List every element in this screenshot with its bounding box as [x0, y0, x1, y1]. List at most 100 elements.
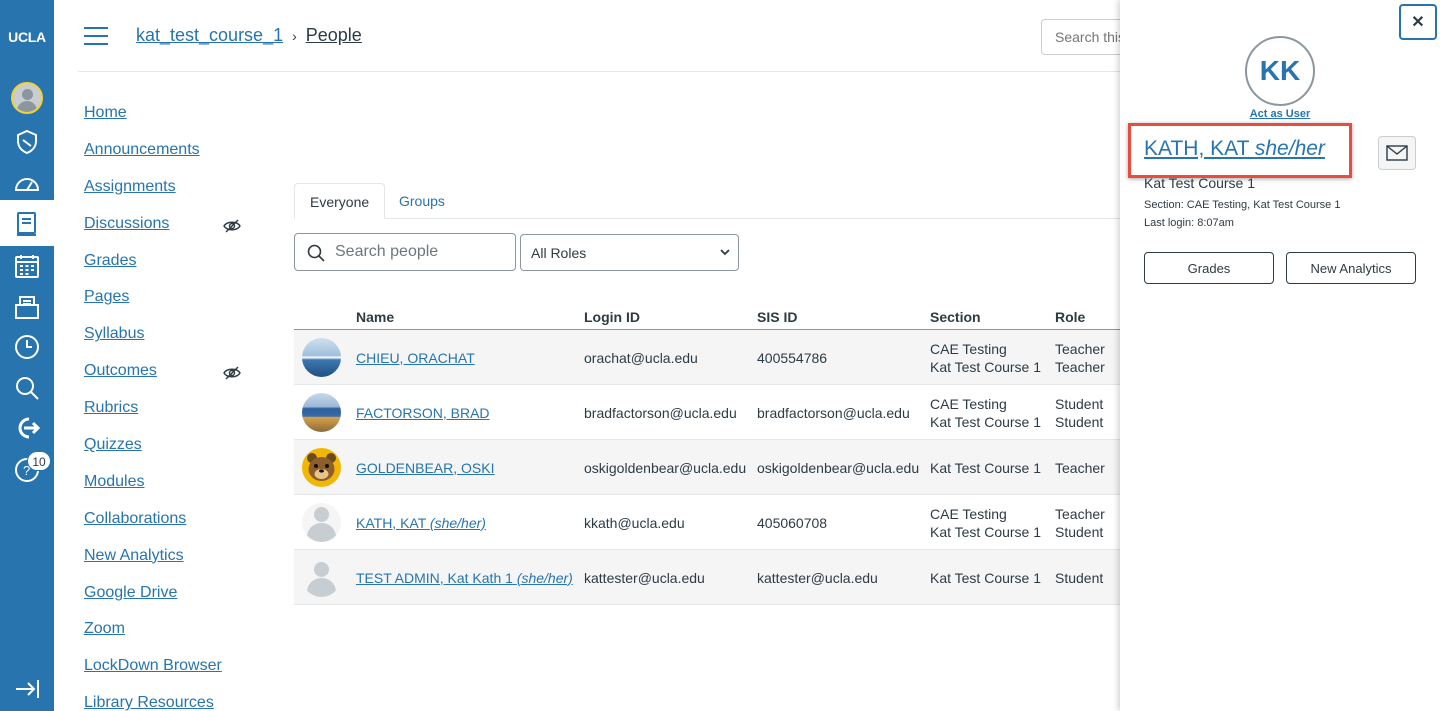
course-nav-library-resources[interactable]: Library Resources: [84, 694, 254, 711]
col-sis-id[interactable]: SIS ID: [757, 309, 797, 325]
table-row: FACTORSON, BRAD bradfactorson@ucla.edu b…: [294, 385, 1120, 440]
sis-id: kattester@ucla.edu: [757, 569, 878, 586]
section-line: CAE Testing: [930, 340, 1007, 357]
login-id: orachat@ucla.edu: [584, 349, 698, 366]
role-line: Student: [1055, 395, 1104, 412]
course-nav-lockdown-browser[interactable]: LockDown Browser: [84, 657, 254, 694]
course-nav-home[interactable]: Home: [84, 104, 254, 141]
calendar-icon[interactable]: [11, 250, 43, 282]
tab-everyone[interactable]: Everyone: [294, 183, 386, 219]
user-details-tray: ✕ KK Act as User KATH, KAT she/her Kat T…: [1120, 0, 1440, 711]
section-line: Kat Test Course 1: [930, 459, 1042, 476]
hidden-eye-icon: [223, 219, 241, 233]
section-line: CAE Testing: [930, 505, 1007, 522]
col-login-id[interactable]: Login ID: [584, 309, 640, 325]
breadcrumb-current[interactable]: People: [306, 25, 362, 46]
course-nav-quizzes[interactable]: Quizzes: [84, 436, 254, 473]
course-nav-google-drive[interactable]: Google Drive: [84, 584, 254, 621]
dashboard-icon[interactable]: [11, 168, 43, 200]
sis-id: 400554786: [757, 349, 828, 366]
tray-user-name-link[interactable]: KATH, KAT she/her: [1144, 137, 1325, 161]
course-nav-pages[interactable]: Pages: [84, 288, 254, 325]
close-icon: ✕: [1411, 14, 1425, 31]
user-name-link[interactable]: GOLDENBEAR, OSKI: [356, 459, 494, 477]
role-line: Teacher: [1055, 358, 1105, 375]
breadcrumb: kat_test_course_1 › People: [136, 25, 362, 46]
user-avatar[interactable]: [302, 448, 341, 487]
user-avatar[interactable]: [302, 503, 341, 542]
global-nav: UCLA ? 10: [0, 0, 54, 711]
role-line: Teacher: [1055, 459, 1105, 476]
section-line: Kat Test Course 1: [930, 523, 1042, 540]
section-line: Kat Test Course 1: [930, 413, 1042, 430]
breadcrumb-course-link[interactable]: kat_test_course_1: [136, 25, 283, 46]
role-line: Student: [1055, 569, 1104, 586]
collapse-icon[interactable]: [11, 673, 43, 705]
people-tabs: Everyone Groups: [294, 183, 1120, 219]
course-nav-assignments[interactable]: Assignments: [84, 178, 254, 215]
role-filter-select[interactable]: All Roles: [520, 234, 739, 271]
inbox-icon[interactable]: [11, 291, 43, 323]
ucla-logo[interactable]: UCLA: [0, 29, 54, 45]
user-avatar[interactable]: [302, 558, 341, 597]
user-name-link[interactable]: CHIEU, ORACHAT: [356, 349, 475, 367]
course-nav-rubrics[interactable]: Rubrics: [84, 399, 254, 436]
role-line: Student: [1055, 523, 1104, 540]
course-nav-announcements[interactable]: Announcements: [84, 141, 254, 178]
tab-groups[interactable]: Groups: [384, 183, 460, 219]
people-search-input[interactable]: [335, 234, 511, 270]
sis-id: oskigoldenbear@ucla.edu: [757, 459, 920, 476]
tray-pronouns: she/her: [1254, 137, 1325, 160]
role-line: Student: [1055, 413, 1104, 430]
chevron-down-icon: [720, 249, 730, 256]
courses-icon[interactable]: [11, 208, 43, 240]
course-nav-new-analytics[interactable]: New Analytics: [84, 547, 254, 584]
col-name[interactable]: Name: [356, 309, 394, 325]
people-search-box: [294, 233, 516, 271]
tray-section: Section: CAE Testing, Kat Test Course 1: [1144, 199, 1341, 211]
course-nav: Home Announcements Assignments Discussio…: [84, 104, 254, 711]
grades-button[interactable]: Grades: [1144, 252, 1274, 284]
section-line: Kat Test Course 1: [930, 358, 1042, 375]
user-name-link[interactable]: KATH, KAT (she/her): [356, 514, 486, 532]
course-nav-outcomes[interactable]: Outcomes: [84, 362, 254, 399]
user-initials-avatar: KK: [1245, 36, 1315, 106]
help-badge: 10: [27, 451, 51, 471]
user-name-link[interactable]: FACTORSON, BRAD: [356, 404, 490, 422]
act-as-user-link[interactable]: Act as User: [1120, 108, 1440, 120]
course-nav-discussions[interactable]: Discussions: [84, 215, 254, 252]
course-nav-zoom[interactable]: Zoom: [84, 620, 254, 657]
course-menu-toggle[interactable]: [84, 27, 108, 45]
search-icon[interactable]: [11, 372, 43, 404]
col-role[interactable]: Role: [1055, 309, 1085, 325]
course-nav-grades[interactable]: Grades: [84, 252, 254, 289]
course-nav-collaborations[interactable]: Collaborations: [84, 510, 254, 547]
login-id: bradfactorson@ucla.edu: [584, 404, 737, 421]
user-avatar[interactable]: [302, 338, 341, 377]
user-name-link[interactable]: TEST ADMIN, Kat Kath 1 (she/her): [356, 569, 573, 587]
table-header: Name Login ID SIS ID Section Role: [294, 305, 1120, 330]
course-nav-syllabus[interactable]: Syllabus: [84, 325, 254, 362]
close-tray-button[interactable]: ✕: [1399, 4, 1437, 40]
col-section[interactable]: Section: [930, 309, 981, 325]
sis-id: 405060708: [757, 514, 828, 531]
history-icon[interactable]: [11, 331, 43, 363]
pronouns: (she/her): [516, 569, 573, 586]
logout-icon[interactable]: [11, 412, 43, 444]
mail-icon: [1386, 145, 1408, 161]
new-analytics-button[interactable]: New Analytics: [1286, 252, 1416, 284]
course-nav-modules[interactable]: Modules: [84, 473, 254, 510]
breadcrumb-separator: ›: [292, 27, 297, 44]
login-id: kattester@ucla.edu: [584, 569, 705, 586]
admin-icon[interactable]: [11, 126, 43, 158]
table-row: GOLDENBEAR, OSKI oskigoldenbear@ucla.edu…: [294, 440, 1120, 495]
section-line: Kat Test Course 1: [930, 569, 1042, 586]
account-avatar[interactable]: [11, 82, 43, 114]
user-avatar[interactable]: [302, 393, 341, 432]
user-name-highlight: KATH, KAT she/her: [1128, 123, 1352, 178]
send-message-button[interactable]: [1378, 136, 1416, 170]
sis-id: bradfactorson@ucla.edu: [757, 404, 910, 421]
login-id: kkath@ucla.edu: [584, 514, 685, 531]
table-row: KATH, KAT (she/her) kkath@ucla.edu 40506…: [294, 495, 1120, 550]
hidden-eye-icon: [223, 366, 241, 380]
